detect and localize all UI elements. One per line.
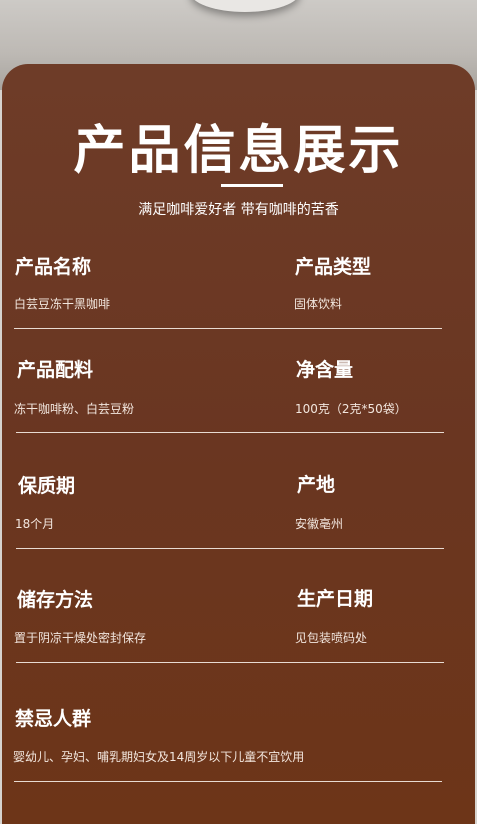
product-type-label: 产品类型 — [295, 256, 372, 278]
title-underline — [221, 184, 283, 187]
contraindication-value: 婴幼儿、孕妇、哺乳期妇女及14周岁以下儿童不宜饮用 — [13, 750, 305, 764]
net-content-value: 100克（2克*50袋） — [295, 402, 407, 416]
page-subtitle: 满足咖啡爱好者 带有咖啡的苦香 — [138, 202, 339, 218]
product-name-value: 白芸豆冻干黑咖啡 — [14, 297, 111, 311]
production-date-value: 见包装喷码处 — [295, 631, 368, 645]
page-title: 产品信息展示 — [73, 121, 404, 181]
divider — [16, 432, 444, 433]
ingredients-value: 冻干咖啡粉、白芸豆粉 — [14, 402, 135, 416]
divider — [16, 548, 444, 549]
divider — [14, 328, 442, 329]
net-content-label: 净含量 — [296, 359, 354, 381]
divider — [16, 662, 444, 663]
product-type-value: 固体饮料 — [294, 297, 343, 311]
ingredients-label: 产品配料 — [17, 359, 94, 381]
origin-value: 安徽亳州 — [295, 517, 344, 531]
shelf-life-value: 18个月 — [15, 517, 55, 531]
origin-label: 产地 — [297, 474, 336, 496]
product-name-label: 产品名称 — [15, 256, 92, 278]
storage-value: 置于阴凉干燥处密封保存 — [14, 631, 147, 645]
divider — [14, 781, 442, 782]
storage-label: 储存方法 — [17, 589, 94, 611]
shelf-life-label: 保质期 — [18, 475, 76, 497]
production-date-label: 生产日期 — [297, 588, 374, 610]
contraindication-label: 禁忌人群 — [15, 708, 92, 730]
